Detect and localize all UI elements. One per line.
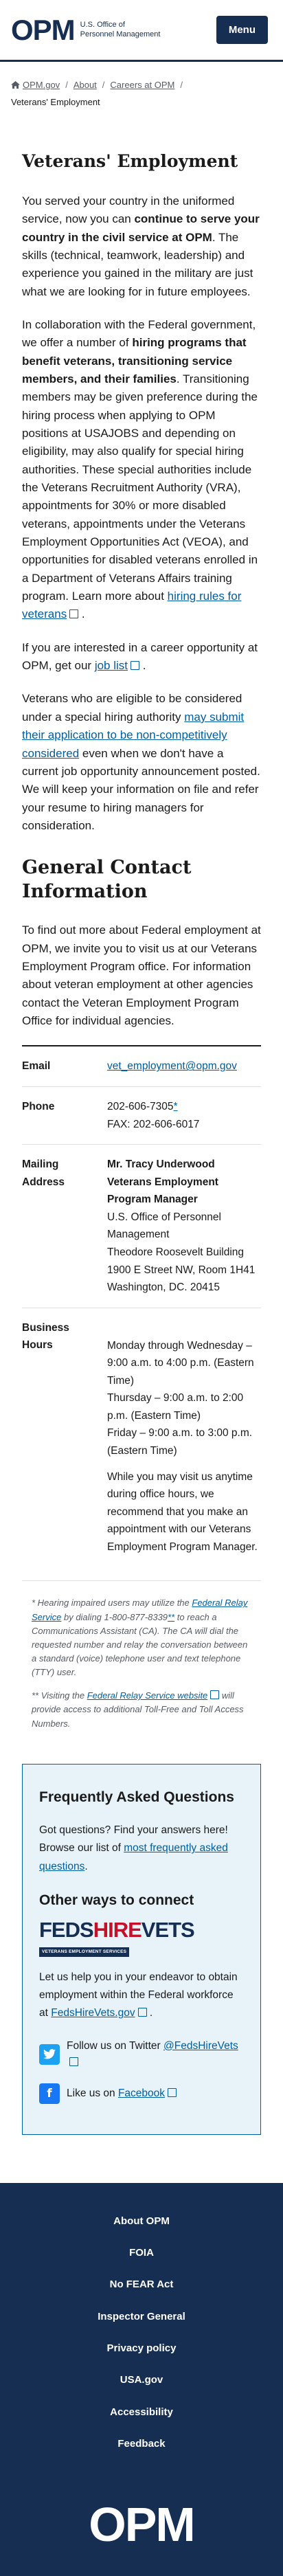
contact-intro: To find out more about Federal employmen…	[22, 923, 261, 1028]
breadcrumb-careers[interactable]: Careers at OPM	[110, 80, 174, 90]
breadcrumb-separator: /	[102, 80, 105, 90]
faq-text: Got questions? Find your answers here! B…	[39, 1822, 244, 1876]
mailing-line-3: 1900 E Street NW, Room 1H41	[107, 1264, 256, 1276]
opm-logo[interactable]: OPM U.S. Office of Personnel Management	[11, 13, 161, 46]
hours-line-3: Friday – 9:00 a.m. to 3:00 p.m. (Eastern…	[107, 1427, 253, 1457]
twitter-row: Follow us on Twitter @FedsHireVets	[39, 2038, 244, 2071]
mailing-line-2: Theodore Roosevelt Building	[107, 1246, 245, 1258]
hours-label-line: Business	[22, 1321, 69, 1334]
contact-row-email: Email vet_employment@opm.gov	[22, 1045, 261, 1086]
job-list-link[interactable]: job list	[95, 659, 139, 672]
breadcrumb-separator: /	[65, 80, 68, 90]
mailing-line-1: U.S. Office of Personnel Management	[107, 1211, 221, 1241]
mailing-label-line: Address	[22, 1176, 65, 1188]
footer-link-privacy-policy[interactable]: Privacy policy	[107, 2342, 177, 2354]
footnote-text: by dialing 1-800-877-8339	[61, 1611, 168, 1622]
mailing-line-4: Washington, DC. 20415	[107, 1281, 220, 1294]
logo-vets: VETS	[141, 1918, 195, 1942]
fedshirevets-link[interactable]: FedsHireVets.gov	[51, 2007, 146, 2019]
email-label: Email	[22, 1060, 51, 1073]
faq-heading: Frequently Asked Questions	[39, 1789, 234, 1805]
intro-paragraph-4: Veterans who are eligible to be consider…	[22, 690, 261, 835]
footer-links: About OPM FOIA No FEAR Act Inspector Gen…	[0, 2212, 283, 2453]
footer-link-accessibility[interactable]: Accessibility	[110, 2406, 173, 2418]
intro-text: .	[78, 607, 85, 621]
fax-value: FAX: 202-606-6017	[107, 1118, 200, 1130]
hours-line-2: Thursday – 9:00 a.m. to 2:00 p.m. (Easte…	[107, 1392, 244, 1422]
contact-row-hours: Business Hours Monday through Wednesday –…	[22, 1307, 261, 1567]
logo-tagline: VETERANS EMPLOYMENT SERVICES	[39, 1947, 130, 1958]
intro-paragraph-3: If you are interested in a career opport…	[22, 639, 261, 675]
intro-paragraph-1: You served your country in the uniformed…	[22, 192, 261, 301]
fedshirevets-logo[interactable]: FEDSHIREVETS VETERANS EMPLOYMENT SERVICE…	[39, 1918, 195, 1958]
menu-button[interactable]: Menu	[216, 16, 268, 44]
hours-note: While you may visit us anytime during of…	[107, 1470, 258, 1553]
intro-paragraph-2: In collaboration with the Federal govern…	[22, 316, 261, 624]
main-content: Veterans' Employment You served your cou…	[0, 150, 283, 2135]
footnotes: * Hearing impaired users may utilize the…	[22, 1580, 261, 1745]
facebook-row: f Like us on Facebook	[39, 2083, 244, 2104]
hours-label: Business Hours	[22, 1319, 107, 1556]
faq-box: Frequently Asked Questions Got questions…	[22, 1763, 261, 2135]
footer-link-no-fear-act[interactable]: No FEAR Act	[110, 2278, 174, 2290]
hours-line-1: Monday through Wednesday – 9:00 a.m. to …	[107, 1339, 254, 1387]
footnote-1: * Hearing impaired users may utilize the…	[32, 1596, 251, 1679]
hours-label-line: Hours	[22, 1339, 53, 1352]
facebook-icon[interactable]: f	[39, 2083, 60, 2104]
facebook-link[interactable]: Facebook	[118, 2087, 177, 2099]
breadcrumb-separator: /	[180, 80, 183, 90]
logo-line-1: U.S. Office of	[80, 20, 125, 29]
site-header: OPM U.S. Office of Personnel Management …	[0, 0, 283, 62]
logo-hire: HIRE	[93, 1918, 142, 1942]
connect-heading: Other ways to connect	[39, 1892, 194, 1908]
footer-link-inspector-general[interactable]: Inspector General	[98, 2311, 185, 2322]
federal-relay-website-link[interactable]: Federal Relay Service website	[87, 1690, 220, 1701]
facebook-label: Like us on	[67, 2087, 118, 2099]
footnote-text: * Hearing impaired users may utilize the	[32, 1598, 192, 1609]
logo-text: U.S. Office of Personnel Management	[80, 21, 161, 40]
phone-value: 202-606-7305	[107, 1101, 174, 1113]
phone-label: Phone	[22, 1101, 55, 1113]
fedshirevets-text: Let us help you in your endeavor to obta…	[39, 1969, 244, 2023]
facebook-text: Like us on Facebook	[67, 2085, 177, 2102]
intro-text: .	[139, 659, 146, 673]
contact-heading: General Contact Information	[22, 857, 192, 903]
mailing-name: Mr. Tracy Underwood	[107, 1158, 215, 1171]
footer-link-about-opm[interactable]: About OPM	[113, 2215, 170, 2227]
twitter-label: Follow us on Twitter	[67, 2039, 163, 2052]
fedshire-text-part: .	[146, 2007, 153, 2019]
contact-row-phone: Phone 202-606-7305* FAX: 202-606-6017	[22, 1086, 261, 1144]
email-link[interactable]: vet_employment@opm.gov	[107, 1060, 237, 1072]
breadcrumb-opm-gov[interactable]: OPM.gov	[23, 80, 60, 90]
twitter-icon[interactable]	[39, 2043, 60, 2065]
footnote-2-mark[interactable]: **	[168, 1612, 174, 1622]
breadcrumb-current: Veterans' Employment	[11, 96, 100, 107]
twitter-text: Follow us on Twitter @FedsHireVets	[67, 2038, 244, 2071]
footer-link-foia[interactable]: FOIA	[129, 2247, 154, 2259]
page-title: Veterans' Employment	[22, 151, 238, 172]
breadcrumb: OPM.gov / About / Careers at OPM / Veterans' …	[0, 62, 283, 111]
logo-feds: FEDS	[39, 1918, 94, 1942]
mailing-label: Mailing Address	[22, 1156, 107, 1297]
footnote-2: ** Visiting the Federal Relay Service we…	[32, 1689, 251, 1730]
mailing-title: Veterans Employment Program Manager	[107, 1176, 218, 1206]
mailing-label-line: Mailing	[22, 1158, 59, 1171]
contact-table: Email vet_employment@opm.gov Phone 202-6…	[22, 1045, 261, 1567]
faq-text-part: .	[84, 1860, 88, 1872]
contact-row-mailing: Mailing Address Mr. Tracy Underwood Veter…	[22, 1144, 261, 1308]
intro-text: . Transitioning members may be given pre…	[22, 372, 258, 603]
site-footer: About OPM FOIA No FEAR Act Inspector Gen…	[0, 2182, 283, 2576]
phone-footnote-mark[interactable]: *	[174, 1101, 178, 1112]
footer-link-usa-gov[interactable]: USA.gov	[120, 2374, 163, 2386]
footer-link-feedback[interactable]: Feedback	[117, 2438, 165, 2450]
breadcrumb-about[interactable]: About	[73, 80, 97, 90]
logo-mark: OPM	[11, 13, 76, 46]
footnote-text: ** Visiting the	[32, 1690, 87, 1701]
footer-opm-logo[interactable]: OPM	[0, 2500, 283, 2549]
home-icon	[11, 81, 20, 89]
logo-line-2: Personnel Management	[80, 30, 161, 38]
